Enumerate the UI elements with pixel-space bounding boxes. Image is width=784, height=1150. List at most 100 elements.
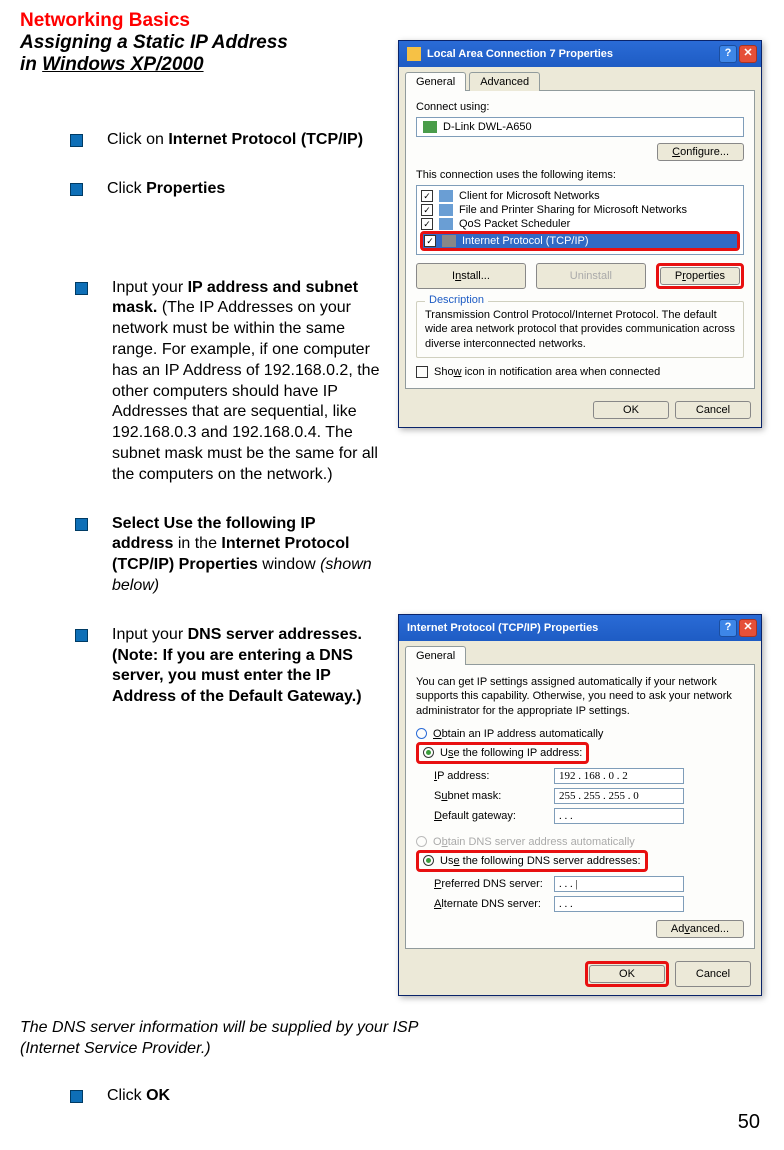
titlebar[interactable]: Internet Protocol (TCP/IP) Properties ? … bbox=[399, 615, 761, 641]
window-icon bbox=[407, 47, 421, 61]
radio-icon[interactable] bbox=[416, 728, 427, 739]
bullet-text: Click on Internet Protocol (TCP/IP) bbox=[107, 130, 363, 151]
gateway-label: Default gateway: bbox=[434, 810, 554, 822]
bullet-icon bbox=[70, 134, 83, 147]
highlight-box-properties: Properties bbox=[656, 263, 744, 289]
bullet-icon bbox=[75, 629, 88, 642]
client-icon bbox=[439, 190, 453, 202]
radio-icon[interactable] bbox=[423, 747, 434, 758]
desc-text: Transmission Control Protocol/Internet P… bbox=[425, 308, 735, 351]
heading-red: Networking Basics bbox=[20, 10, 764, 32]
panel-body: You can get IP settings assigned automat… bbox=[405, 664, 755, 949]
gateway-input[interactable]: . . . bbox=[554, 808, 684, 824]
configure-button[interactable]: CConfigure...onfigure... bbox=[657, 143, 744, 161]
title-left: Internet Protocol (TCP/IP) Properties bbox=[407, 622, 598, 634]
note-text: The DNS server information will be suppl… bbox=[20, 1018, 460, 1060]
item-buttons: Install... Uninstall Properties bbox=[416, 263, 744, 289]
window-title: Internet Protocol (TCP/IP) Properties bbox=[407, 622, 598, 634]
radio-icon bbox=[416, 836, 427, 847]
alt-dns-row: Alternate DNS server: . . . bbox=[434, 896, 744, 912]
bullet-text: Click OK bbox=[107, 1086, 170, 1107]
protocol-icon bbox=[442, 235, 456, 247]
subnet-input[interactable]: 255 . 255 . 255 . 0 bbox=[554, 788, 684, 804]
title-left: Local Area Connection 7 Properties bbox=[407, 47, 613, 61]
checkbox-icon[interactable] bbox=[416, 366, 428, 378]
checkbox-icon[interactable]: ✓ bbox=[424, 235, 436, 247]
tcpip-properties-dialog: Internet Protocol (TCP/IP) Properties ? … bbox=[398, 614, 762, 996]
help-button[interactable]: ? bbox=[719, 619, 737, 637]
ok-button[interactable]: OK bbox=[589, 965, 665, 983]
radio-label: Use the following DNS server addresses: bbox=[440, 855, 641, 867]
radio-auto-ip[interactable]: Obtain an IP address automatically bbox=[416, 728, 744, 740]
pref-dns-input[interactable]: . . . | bbox=[554, 876, 684, 892]
title-buttons: ? ✕ bbox=[719, 45, 757, 63]
checkbox-icon[interactable]: ✓ bbox=[421, 218, 433, 230]
panel-body: Connect using: D-Link DWL-A650 CConfigur… bbox=[405, 90, 755, 389]
properties-button[interactable]: Properties bbox=[660, 267, 740, 285]
items-list[interactable]: ✓ Client for Microsoft Networks ✓ File a… bbox=[416, 185, 744, 255]
bullet-3: Input your IP address and subnet mask. (… bbox=[20, 278, 380, 486]
help-button[interactable]: ? bbox=[719, 45, 737, 63]
adapter-box: D-Link DWL-A650 bbox=[416, 117, 744, 137]
advanced-row: Advanced... bbox=[416, 920, 744, 938]
close-button[interactable]: ✕ bbox=[739, 619, 757, 637]
advanced-button[interactable]: Advanced... bbox=[656, 920, 744, 938]
bullet-2: Click Properties bbox=[20, 179, 380, 200]
ok-button[interactable]: OK bbox=[593, 401, 669, 419]
bullet-text: Input your DNS server addresses. (Note: … bbox=[112, 625, 380, 708]
text: Input your bbox=[112, 626, 188, 643]
radio-icon[interactable] bbox=[423, 855, 434, 866]
cancel-button[interactable]: Cancel bbox=[675, 401, 751, 419]
list-item[interactable]: ✓ File and Printer Sharing for Microsoft… bbox=[420, 203, 740, 217]
list-item-selected[interactable]: ✓ Internet Protocol (TCP/IP) bbox=[423, 234, 737, 248]
desc-label: Description bbox=[425, 294, 488, 306]
highlight-box-ok: OK bbox=[585, 961, 669, 987]
subtitle-prefix: in bbox=[20, 54, 42, 75]
highlight-box-use-ip: Use the following IP address: bbox=[416, 742, 589, 764]
alt-dns-label: Alternate DNS server: bbox=[434, 898, 554, 910]
adapter-name: D-Link DWL-A650 bbox=[443, 121, 532, 133]
radio-label: Obtain DNS server address automatically bbox=[433, 836, 635, 848]
page-number: 50 bbox=[738, 1111, 760, 1134]
bullet-icon bbox=[75, 518, 88, 531]
titlebar[interactable]: Local Area Connection 7 Properties ? ✕ bbox=[399, 41, 761, 67]
ip-address-row: IP address: 192 . 168 . 0 . 2 bbox=[434, 768, 744, 784]
radio-auto-dns: Obtain DNS server address automatically bbox=[416, 836, 744, 848]
list-item[interactable]: ✓ Client for Microsoft Networks bbox=[420, 189, 740, 203]
intro-text: You can get IP settings assigned automat… bbox=[416, 675, 744, 718]
tab-strip: General bbox=[399, 641, 761, 664]
radio-use-ip[interactable]: Use the following IP address: bbox=[423, 747, 582, 759]
show-icon-row[interactable]: Show icon in notification area when conn… bbox=[416, 366, 744, 378]
ip-address-input[interactable]: 192 . 168 . 0 . 2 bbox=[554, 768, 684, 784]
bold-text: OK bbox=[146, 1087, 170, 1104]
cancel-button[interactable]: Cancel bbox=[675, 961, 751, 987]
list-item[interactable]: ✓ QoS Packet Scheduler bbox=[420, 217, 740, 231]
bullet-5: Input your DNS server addresses. (Note: … bbox=[20, 625, 380, 708]
checkbox-icon[interactable]: ✓ bbox=[421, 190, 433, 202]
close-button[interactable]: ✕ bbox=[739, 45, 757, 63]
checkbox-icon[interactable]: ✓ bbox=[421, 204, 433, 216]
show-icon-label: Show icon in notification area when conn… bbox=[434, 366, 660, 378]
uninstall-button[interactable]: Uninstall bbox=[536, 263, 646, 289]
text: Click bbox=[107, 180, 146, 197]
gateway-row: Default gateway: . . . bbox=[434, 808, 744, 824]
ip-label: IP address: bbox=[434, 770, 554, 782]
text: Click on bbox=[107, 131, 168, 148]
alt-dns-input[interactable]: . . . bbox=[554, 896, 684, 912]
bold-text: Internet Protocol (TCP/IP) bbox=[168, 131, 363, 148]
instructions-column: Click on Internet Protocol (TCP/IP) Clic… bbox=[20, 130, 380, 736]
item-label: Internet Protocol (TCP/IP) bbox=[462, 235, 589, 247]
bullet-1: Click on Internet Protocol (TCP/IP) bbox=[20, 130, 380, 151]
radio-use-dns[interactable]: Use the following DNS server addresses: bbox=[423, 855, 641, 867]
service-icon bbox=[439, 204, 453, 216]
title-buttons: ? ✕ bbox=[719, 619, 757, 637]
bullet-4: Select Use the following IP address in t… bbox=[20, 514, 380, 597]
text: Click bbox=[107, 1087, 146, 1104]
bullet-icon bbox=[75, 282, 88, 295]
bullet-text: Input your IP address and subnet mask. (… bbox=[112, 278, 380, 486]
item-label: Client for Microsoft Networks bbox=[459, 190, 600, 202]
install-button[interactable]: Install... bbox=[416, 263, 526, 289]
tab-general[interactable]: General bbox=[405, 72, 466, 91]
tab-general[interactable]: General bbox=[405, 646, 466, 665]
tab-advanced[interactable]: Advanced bbox=[469, 72, 540, 91]
